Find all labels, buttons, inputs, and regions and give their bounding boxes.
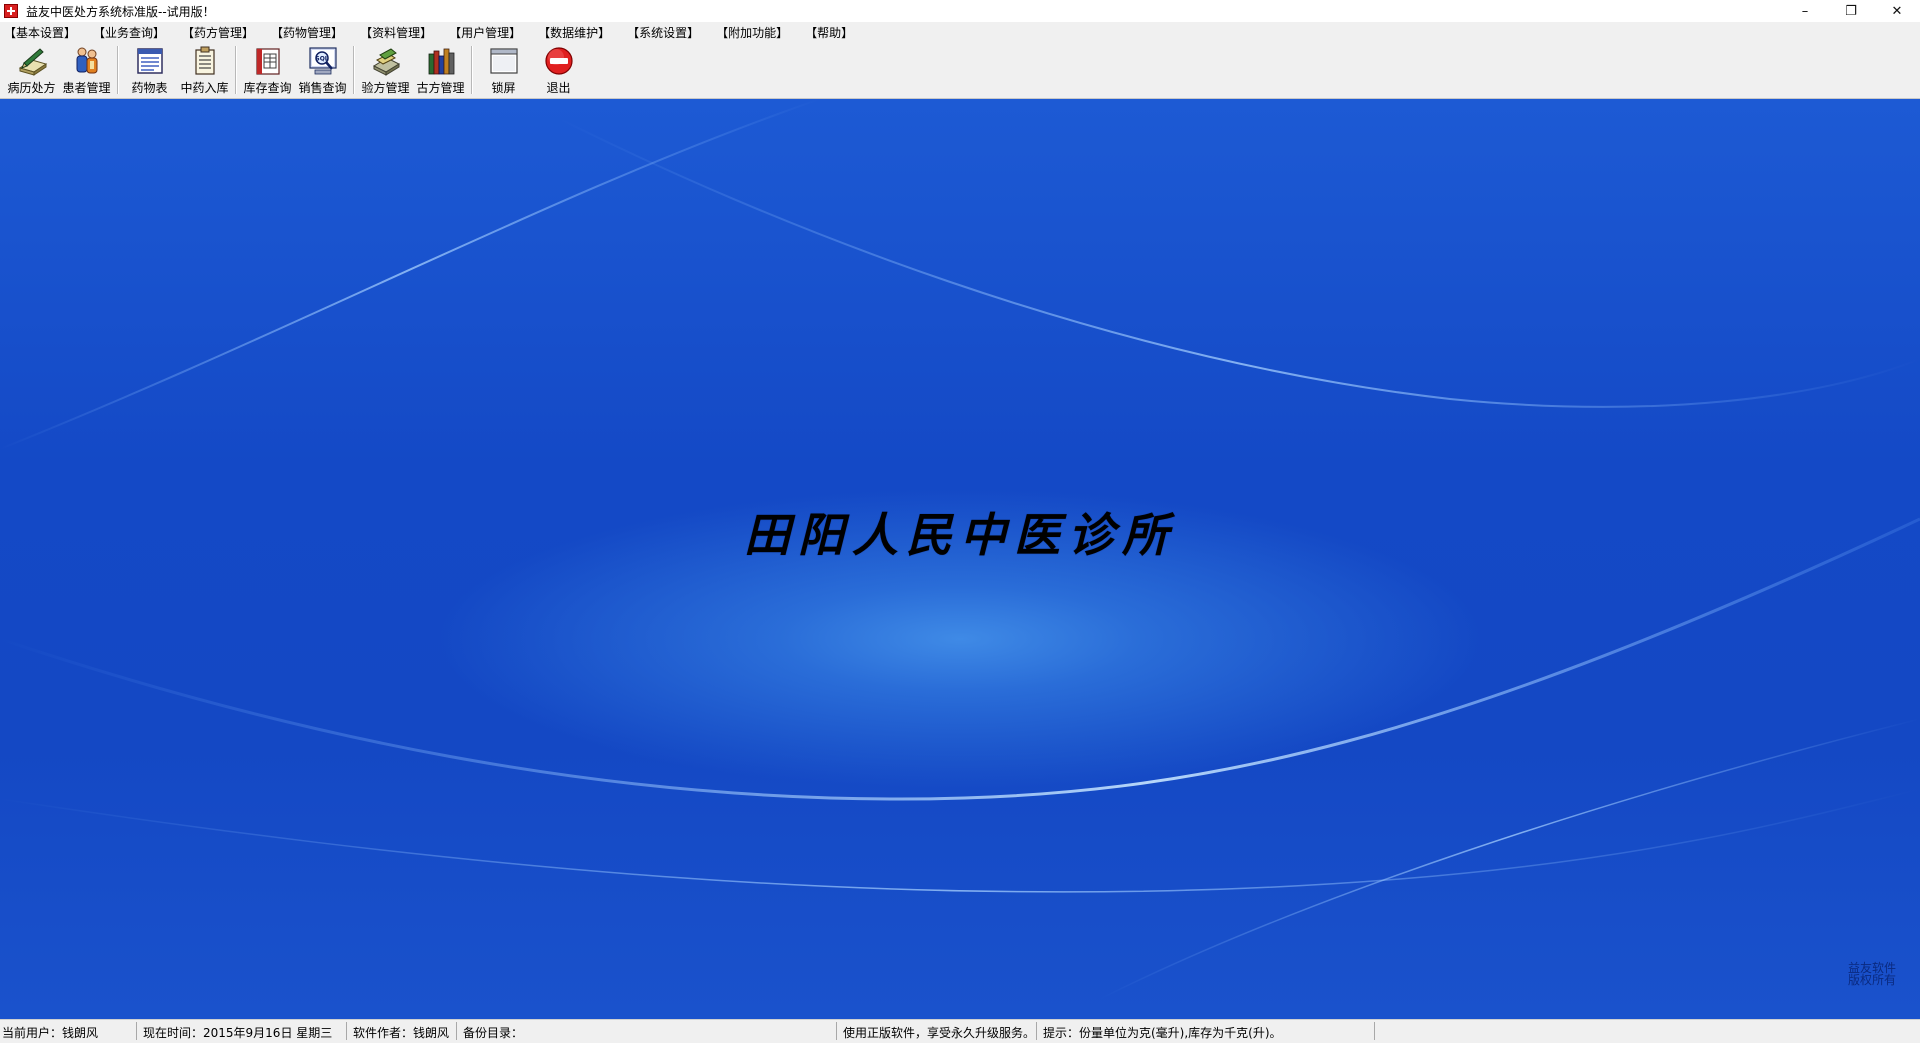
app-window: 益友中医处方系统标准版--试用版！ – ❐ ✕ 【基本设置】 【业务查询】 【药…: [0, 0, 1920, 1043]
toolbar-separator: [353, 46, 355, 94]
menu-addons[interactable]: 【附加功能】: [716, 24, 788, 41]
medical-record-prescription-button[interactable]: 病历处方: [4, 42, 59, 98]
lock-screen-button[interactable]: 锁屏: [476, 42, 531, 98]
toolbar-label: 古方管理: [416, 81, 465, 95]
toolbar-label: 锁屏: [491, 81, 516, 95]
menu-basic-settings[interactable]: 【基本设置】: [4, 24, 76, 41]
copyright-watermark: 益友软件 版权所有: [1848, 962, 1896, 986]
menu-data-maintenance[interactable]: 【数据维护】: [538, 24, 610, 41]
status-author: 软件作者：钱朗风: [353, 1026, 450, 1040]
inventory-book-icon: [255, 48, 280, 75]
title-bar: 益友中医处方系统标准版--试用版！ – ❐ ✕: [0, 0, 1920, 22]
status-divider: [1036, 1022, 1037, 1040]
exit-button[interactable]: 退出: [531, 42, 586, 98]
herb-stock-in-button[interactable]: 中药入库: [177, 42, 232, 98]
toolbar-label: 退出: [546, 81, 571, 95]
status-divider: [136, 1022, 137, 1040]
ancient-recipe-button[interactable]: 古方管理: [413, 42, 468, 98]
toolbar-separator: [117, 46, 119, 94]
inventory-query-button[interactable]: 库存查询: [240, 42, 295, 98]
prescription-pen-icon: [18, 48, 47, 76]
restore-button[interactable]: ❐: [1828, 0, 1874, 22]
patient-management-button[interactable]: 患者管理: [59, 42, 114, 98]
status-unit-hint: 提示：份量单位为克(毫升),库存为千克(升)。: [1043, 1026, 1282, 1040]
status-divider: [836, 1022, 837, 1040]
status-backup-dir: 备份目录：: [463, 1026, 524, 1040]
lock-screen-icon: [489, 48, 518, 74]
toolbar-label: 药物表: [131, 81, 168, 95]
drug-table-icon: [136, 48, 163, 74]
toolbar-separator: [235, 46, 237, 94]
status-promo: 使用正版软件，享受永久升级服务。: [843, 1026, 1036, 1040]
status-current-time: 现在时间：2015年9月16日 星期三: [143, 1026, 333, 1040]
window-controls: – ❐ ✕: [1782, 0, 1920, 22]
menu-system-settings[interactable]: 【系统设置】: [627, 24, 699, 41]
sql-query-icon: SQL: [308, 47, 337, 75]
menu-data-management[interactable]: 【资料管理】: [360, 24, 432, 41]
toolbar-label: 病历处方: [7, 81, 56, 95]
window-title: 益友中医处方系统标准版--试用版！: [26, 4, 215, 19]
toolbar-label: 验方管理: [361, 81, 410, 95]
menu-user-management[interactable]: 【用户管理】: [449, 24, 521, 41]
ancient-recipe-books-icon: [428, 48, 454, 75]
status-divider: [456, 1022, 457, 1040]
toolbar-label: 销售查询: [298, 81, 347, 95]
patients-icon: [76, 47, 97, 74]
drug-table-button[interactable]: 药物表: [122, 42, 177, 98]
menu-drug-management[interactable]: 【药物管理】: [271, 24, 343, 41]
menu-prescription-management[interactable]: 【药方管理】: [182, 24, 254, 41]
toolbar-label: 库存查询: [243, 81, 292, 95]
status-divider: [346, 1022, 347, 1040]
menu-bar: 【基本设置】 【业务查询】 【药方管理】 【药物管理】 【资料管理】 【用户管理…: [0, 22, 1920, 42]
app-logo-icon: [4, 4, 18, 18]
clinic-name-title: 田阳人民中医诊所: [744, 508, 1176, 562]
proven-recipe-button[interactable]: 验方管理: [358, 42, 413, 98]
exit-stop-icon: [544, 47, 573, 75]
toolbar-label: 中药入库: [180, 81, 229, 95]
proven-recipe-icon: [372, 48, 400, 76]
status-bar: 当前用户：钱朗风 现在时间：2015年9月16日 星期三 软件作者：钱朗风 备份…: [0, 1019, 1920, 1043]
status-current-user: 当前用户：钱朗风: [2, 1026, 99, 1040]
toolbar-label: 患者管理: [62, 81, 111, 95]
herb-stock-in-icon: [194, 46, 215, 75]
menu-help[interactable]: 【帮助】: [805, 24, 853, 41]
menu-business-query[interactable]: 【业务查询】: [93, 24, 165, 41]
close-button[interactable]: ✕: [1874, 0, 1920, 22]
sales-query-button[interactable]: SQL 销售查询: [295, 42, 350, 98]
toolbar: 病历处方 患者管理 药物表 中药入库 库存查询 SQL 销售查询 验方管理 古方…: [0, 42, 1920, 99]
status-divider: [1374, 1022, 1375, 1040]
minimize-button[interactable]: –: [1782, 0, 1828, 22]
main-background: 田阳人民中医诊所 益友软件 版权所有: [0, 99, 1920, 1019]
watermark-line: 版权所有: [1847, 973, 1896, 987]
toolbar-separator: [471, 46, 473, 94]
